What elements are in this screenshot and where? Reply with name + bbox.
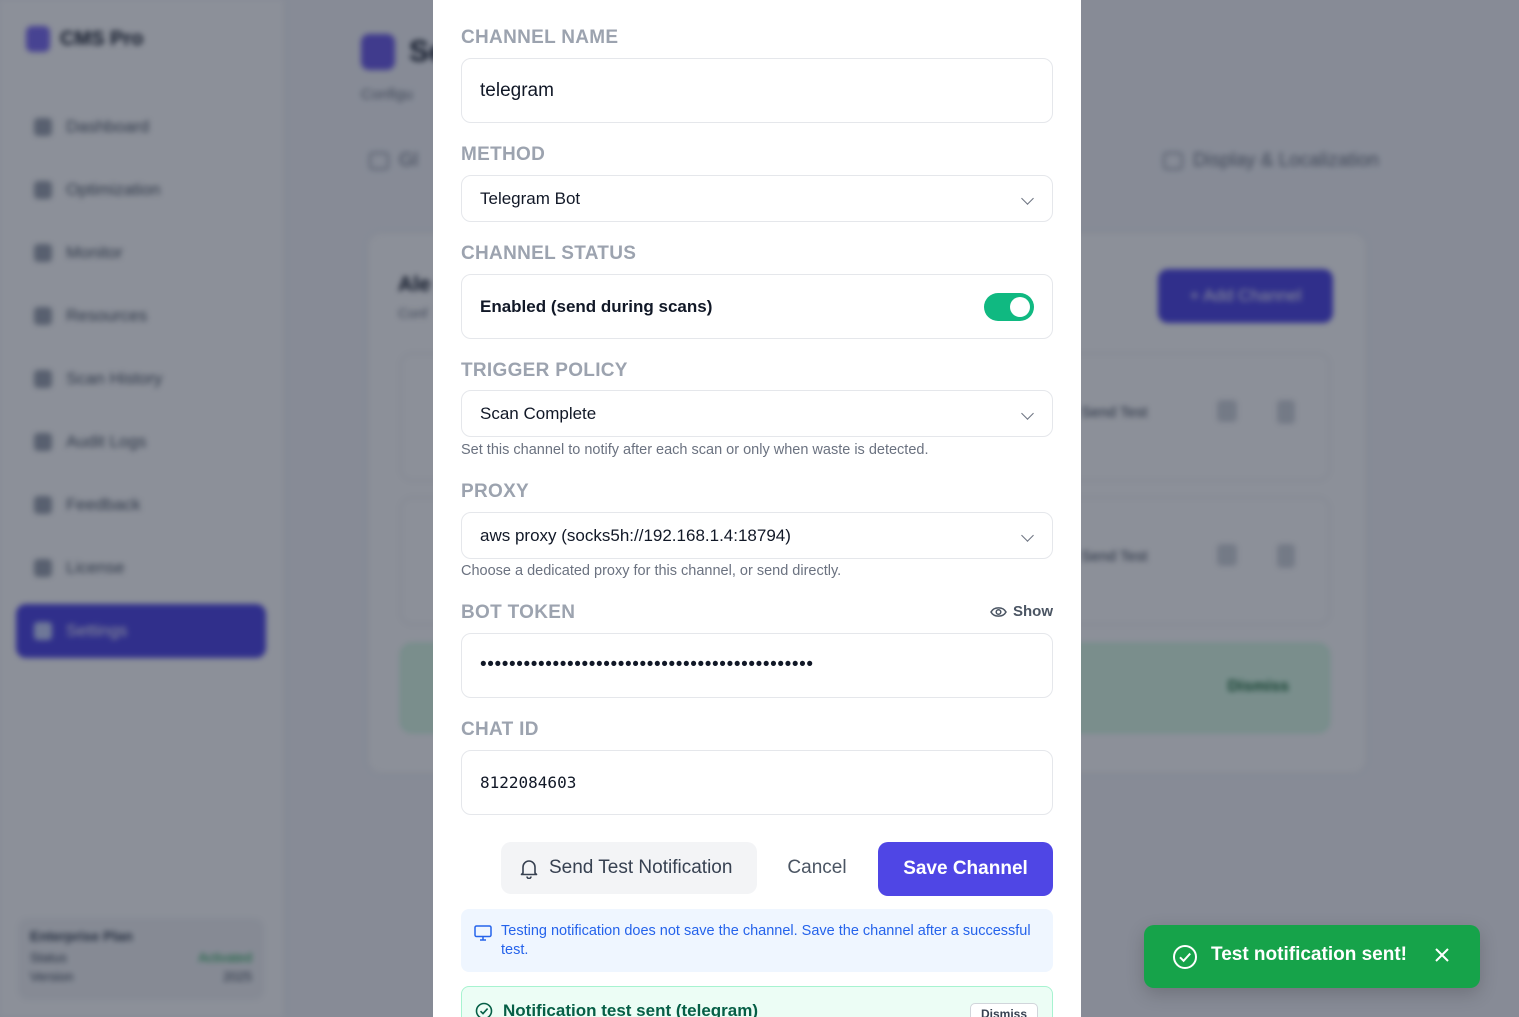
success-toast: Test notification sent! [1144,925,1480,988]
trigger-policy-value: Scan Complete [480,404,597,423]
cancel-button[interactable]: Cancel [781,842,853,894]
method-select[interactable]: Telegram Bot [461,175,1053,222]
proxy-label: PROXY [461,481,530,502]
toast-text: Test notification sent! [1211,944,1407,965]
trigger-policy-help: Set this channel to notify after each sc… [461,442,929,458]
show-token-label: Show [1013,603,1053,620]
bot-token-value: ••••••••••••••••••••••••••••••••••••••••… [480,654,814,675]
dismiss-button[interactable]: Dismiss [969,1003,1038,1017]
method-value: Telegram Bot [480,189,581,208]
channel-status-label: CHANNEL STATUS [461,243,637,264]
bell-icon [520,859,538,879]
enabled-toggle[interactable] [984,293,1034,321]
close-icon[interactable] [1434,947,1450,963]
trigger-policy-label: TRIGGER POLICY [461,360,628,381]
check-circle-icon [475,1002,493,1017]
save-channel-button[interactable]: Save Channel [878,842,1053,896]
monitor-info-icon [474,925,492,941]
send-test-notification-button[interactable]: Send Test Notification [501,842,757,894]
method-label: METHOD [461,144,546,165]
eye-icon [990,606,1007,617]
success-text: Notification test sent (telegram) [503,1001,759,1017]
channel-name-value: telegram [480,80,554,101]
info-notice: Testing notification does not save the c… [461,909,1053,972]
trigger-policy-select[interactable]: Scan Complete [461,390,1053,437]
proxy-value: aws proxy (socks5h://192.168.1.4:18794) [480,526,791,545]
chat-id-value: 8122084603 [480,773,577,792]
check-circle-icon [1173,945,1197,969]
chevron-down-icon [1021,529,1034,542]
bot-token-label: BOT TOKEN [461,602,576,623]
info-text: Testing notification does not save the c… [501,923,1031,958]
chevron-down-icon [1021,407,1034,420]
chat-id-input[interactable]: 8122084603 [461,750,1053,815]
chat-id-label: CHAT ID [461,719,539,740]
proxy-select[interactable]: aws proxy (socks5h://192.168.1.4:18794) [461,512,1053,559]
channel-status-row: Enabled (send during scans) [461,274,1053,339]
proxy-help: Choose a dedicated proxy for this channe… [461,563,842,579]
chevron-down-icon [1021,192,1034,205]
bot-token-input[interactable]: ••••••••••••••••••••••••••••••••••••••••… [461,633,1053,698]
show-token-button[interactable]: Show [990,603,1053,620]
channel-name-label: CHANNEL NAME [461,27,619,48]
channel-name-input[interactable]: telegram [461,58,1053,123]
send-test-label: Send Test Notification [549,857,733,878]
channel-status-text: Enabled (send during scans) [480,297,713,316]
channel-modal: CHANNEL NAME telegram METHOD Telegram Bo… [433,0,1081,1017]
test-success-notice: Notification test sent (telegram) Dismis… [461,986,1053,1017]
